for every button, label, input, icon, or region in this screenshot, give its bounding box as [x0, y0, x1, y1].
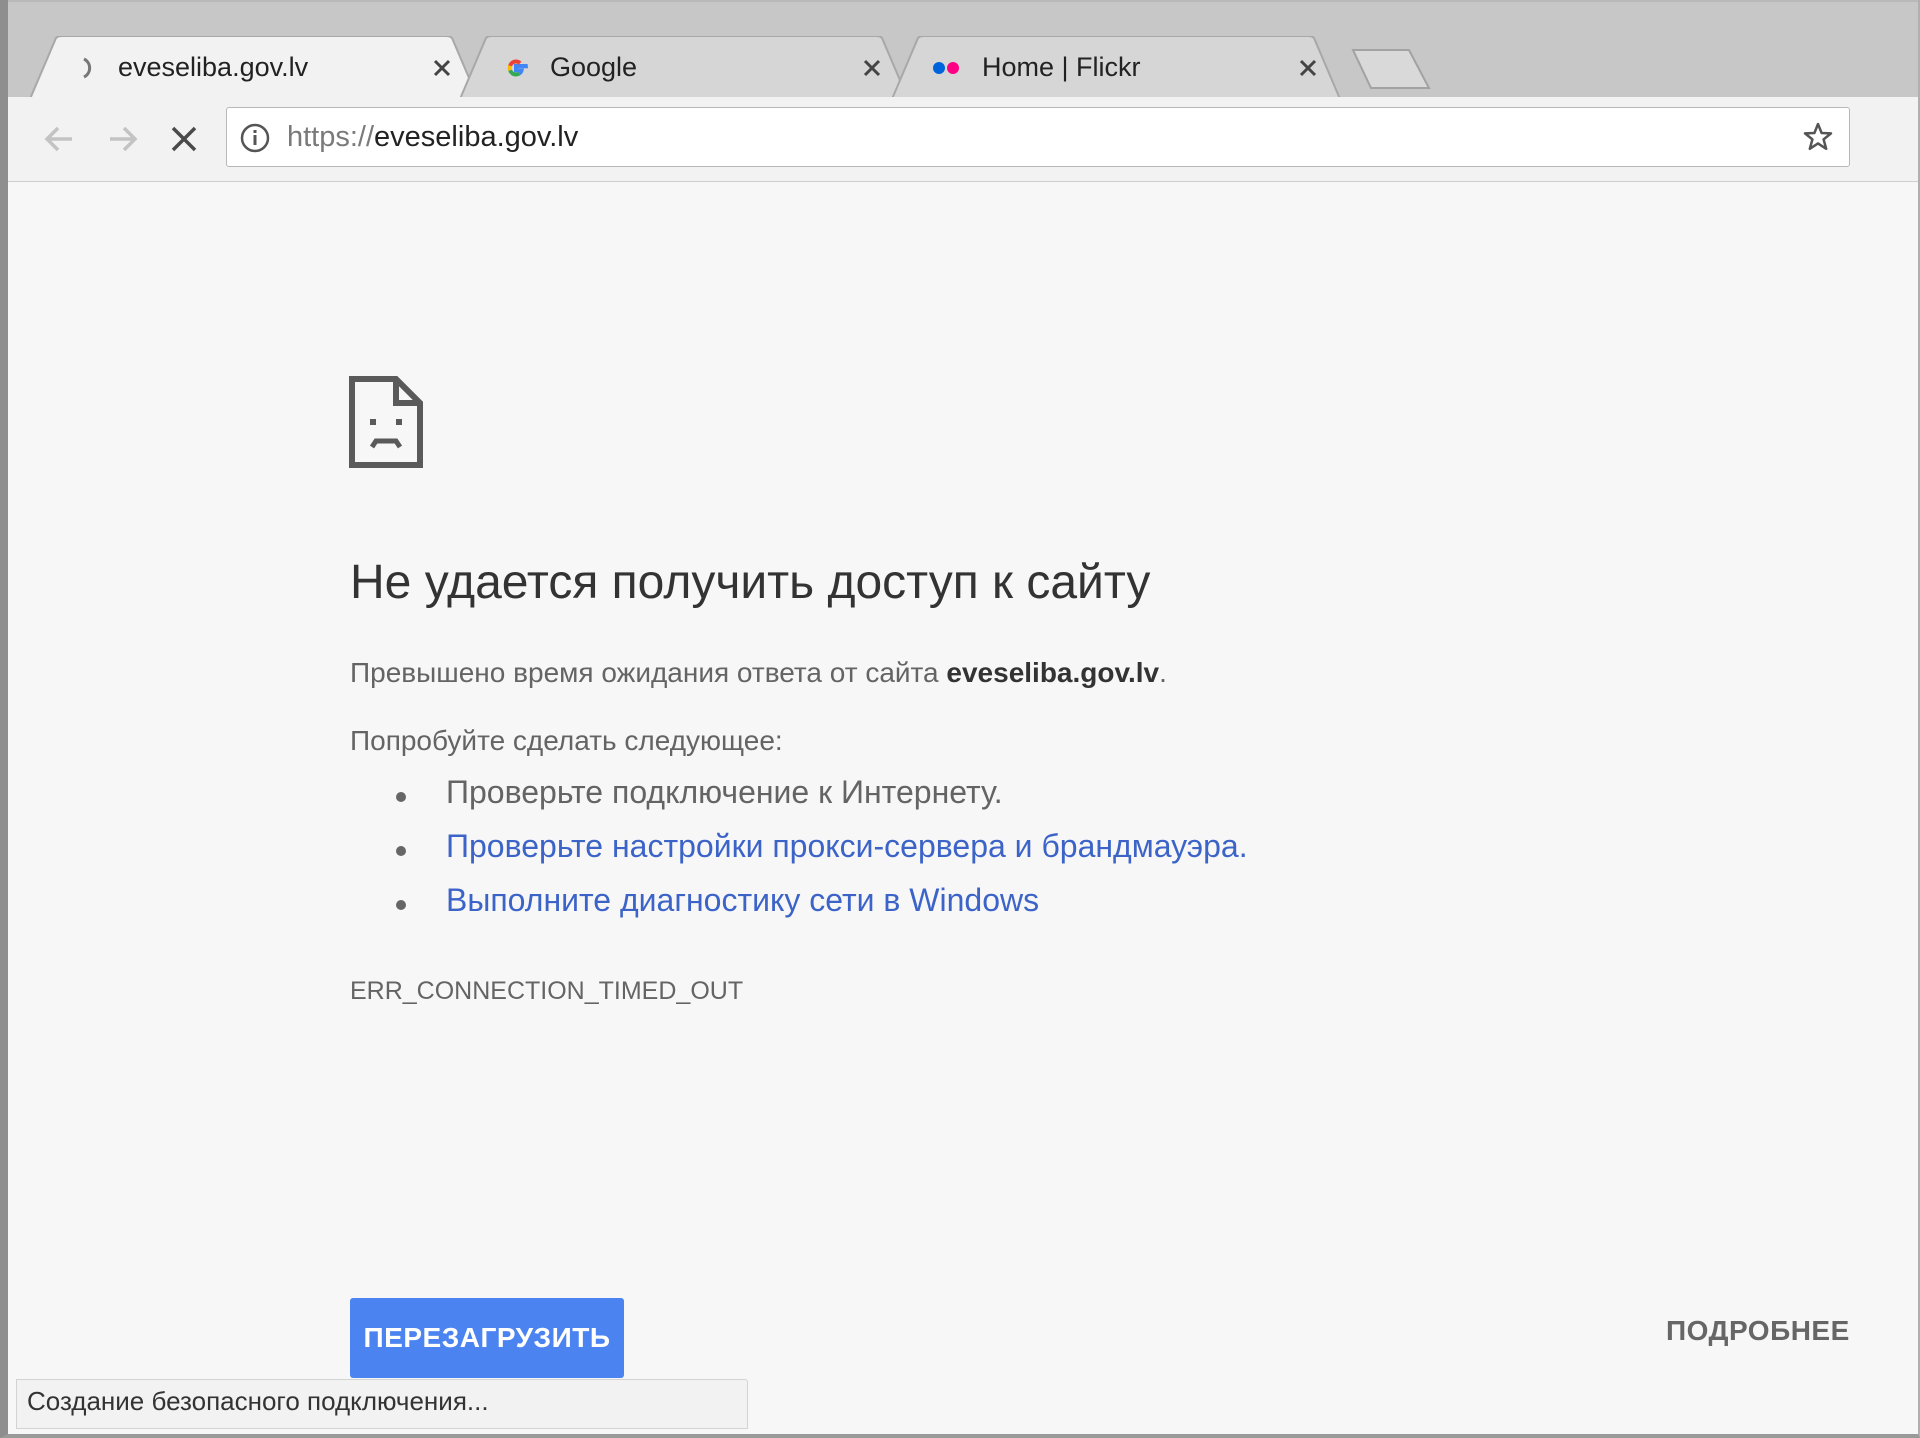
details-button[interactable]: ПОДРОБНЕЕ	[1666, 1315, 1850, 1347]
bullet	[396, 900, 406, 910]
url-scheme: https://	[287, 121, 375, 153]
error-page: Не удается получить доступ к сайту Превы…	[16, 182, 1916, 1432]
error-code: ERR_CONNECTION_TIMED_OUT	[350, 977, 744, 1005]
flickr-dots-icon	[933, 62, 959, 74]
address-bar[interactable]: https://eveseliba.gov.lv	[226, 107, 1850, 167]
suggestion-check-connection: Проверьте подключение к Интернету.	[396, 774, 1248, 828]
suggestions-list: Проверьте подключение к Интернету. Прове…	[396, 774, 1248, 936]
status-bubble: Создание безопасного подключения...	[16, 1379, 748, 1429]
error-description: Превышено время ожидания ответа от сайта…	[350, 657, 1167, 689]
toolbar: https://eveseliba.gov.lv	[8, 97, 1918, 182]
suggestion-network-diagnostics-link[interactable]: Выполните диагностику сети в Windows	[396, 882, 1248, 936]
error-title: Не удается получить доступ к сайту	[350, 556, 1151, 609]
bullet	[396, 846, 406, 856]
close-icon[interactable]	[858, 54, 886, 82]
error-description-text: Превышено время ожидания ответа от сайта	[350, 657, 947, 688]
new-tab-button[interactable]	[1351, 48, 1431, 92]
suggestion-text[interactable]: Проверьте настройки прокси-сервера и бра…	[446, 828, 1248, 864]
tab-title: eveseliba.gov.lv	[118, 52, 309, 82]
sad-page-icon	[349, 376, 423, 468]
forward-arrow-icon[interactable]	[102, 119, 142, 159]
stop-icon[interactable]	[164, 119, 204, 159]
url-text[interactable]: https://eveseliba.gov.lv	[287, 121, 578, 154]
suggestion-text[interactable]: Выполните диагностику сети в Windows	[446, 882, 1039, 918]
suggestion-proxy-firewall-link[interactable]: Проверьте настройки прокси-сервера и бра…	[396, 828, 1248, 882]
tab-eveseliba[interactable]: eveseliba.gov.lv	[30, 36, 478, 99]
tab-title: Google	[550, 52, 638, 82]
browser-window: eveseliba.gov.lv Google Home | Flickr ht…	[0, 0, 1920, 1438]
back-arrow-icon[interactable]	[40, 119, 80, 159]
error-description-end: .	[1159, 657, 1167, 688]
loading-spinner-icon	[83, 57, 92, 79]
star-icon[interactable]	[1801, 120, 1835, 154]
info-icon[interactable]	[239, 122, 271, 154]
tab-title: Home | Flickr	[982, 52, 1141, 82]
close-icon[interactable]	[1294, 54, 1322, 82]
tab-google[interactable]: Google	[460, 36, 908, 99]
tab-flickr[interactable]: Home | Flickr	[892, 36, 1340, 99]
suggestions-heading: Попробуйте сделать следующее:	[350, 725, 783, 756]
bullet	[396, 792, 406, 802]
close-icon[interactable]	[428, 54, 456, 82]
google-g-icon	[507, 59, 528, 77]
reload-button[interactable]: ПЕРЕЗАГРУЗИТЬ	[350, 1298, 624, 1378]
url-host: eveseliba.gov.lv	[374, 121, 579, 153]
error-host: eveseliba.gov.lv	[946, 657, 1160, 688]
tab-strip: eveseliba.gov.lv Google Home | Flickr	[8, 0, 1918, 99]
suggestion-text: Проверьте подключение к Интернету.	[446, 774, 1003, 810]
